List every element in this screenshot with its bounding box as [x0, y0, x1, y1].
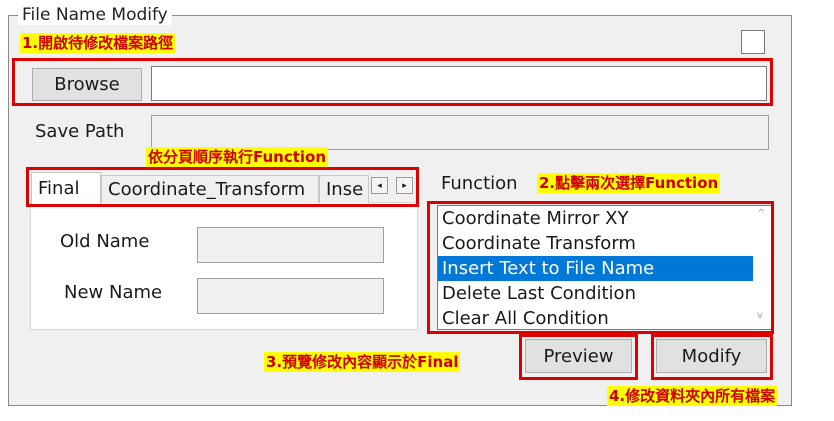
- annotation-step2: 2.點擊兩次選擇Function: [537, 173, 721, 193]
- highlight-box-preview: [519, 334, 638, 380]
- highlight-box-function: [427, 201, 774, 334]
- save-path-label: Save Path: [35, 121, 125, 142]
- save-path-field[interactable]: [151, 115, 769, 150]
- highlight-box-browse: [12, 58, 773, 106]
- highlight-box-tabs: [26, 167, 419, 207]
- old-name-label: Old Name: [60, 231, 150, 252]
- new-name-field[interactable]: [197, 278, 384, 314]
- function-label: Function: [441, 173, 518, 194]
- annotation-tabs-hint: 依分頁順序執行Function: [146, 147, 329, 167]
- annotation-step3: 3.預覽修改內容顯示於Final: [264, 352, 461, 372]
- old-name-field[interactable]: [197, 227, 384, 263]
- groupbox-title: File Name Modify: [18, 5, 172, 25]
- option-checkbox[interactable]: [741, 30, 765, 54]
- annotation-step4: 4.修改資料夾內所有檔案: [607, 386, 778, 406]
- highlight-box-modify: [651, 334, 773, 380]
- new-name-label: New Name: [64, 282, 163, 303]
- annotation-step1: 1.開啟待修改檔案路徑: [20, 33, 176, 53]
